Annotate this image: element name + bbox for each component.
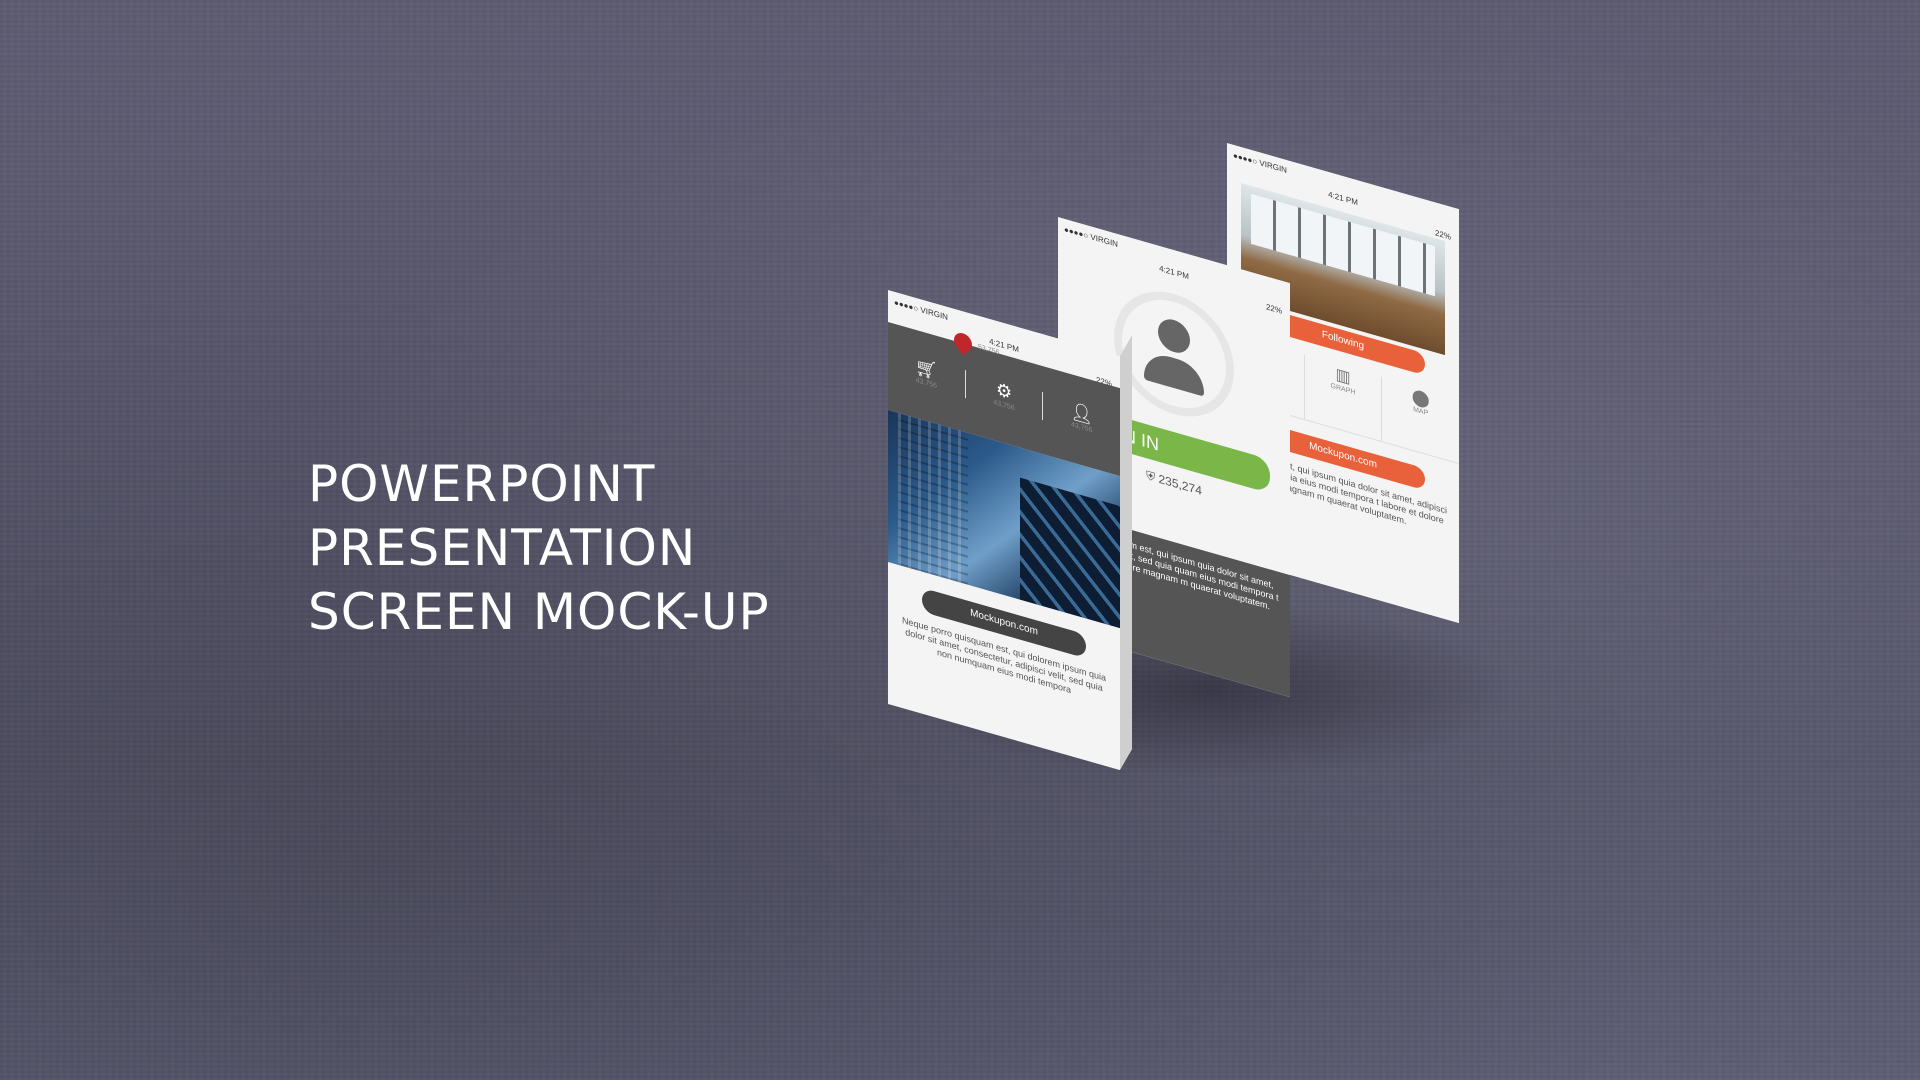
shield-icon: ⛨ <box>1146 468 1156 485</box>
settings-tab[interactable]: ⚙ 43,756 <box>964 369 1043 420</box>
headline-line-2: PRESENTATION <box>308 519 697 577</box>
mockupon-button-label: Mockupon.com <box>970 607 1038 638</box>
map-tab[interactable]: ⬤ MAP <box>1381 376 1459 464</box>
user-icon <box>1158 315 1190 357</box>
phone-front-edge <box>1120 335 1132 770</box>
headline: POWERPOINT PRESENTATION SCREEN MOCK-UP <box>308 452 770 644</box>
headline-line-1: POWERPOINT <box>308 455 656 513</box>
following-button-label: Following <box>1321 329 1365 353</box>
cart-tab[interactable]: 🛒︎ 43,756 <box>888 348 965 398</box>
phone-front: ●●●●○ VIRGIN 4:21 PM 22% 53,756 🛒︎ 43,75… <box>888 290 1132 810</box>
secure-count-value: 235,274 <box>1158 471 1202 499</box>
graph-tab[interactable]: ▥ GRAPH <box>1303 354 1382 441</box>
mockupon-button-label: Mockupon.com <box>1309 440 1377 471</box>
avatar <box>1114 276 1234 432</box>
phone-front-screen: ●●●●○ VIRGIN 4:21 PM 22% 53,756 🛒︎ 43,75… <box>888 290 1120 771</box>
headline-line-3: SCREEN MOCK-UP <box>308 583 770 641</box>
profile-tab[interactable]: 👤︎ 43,756 <box>1042 391 1120 443</box>
